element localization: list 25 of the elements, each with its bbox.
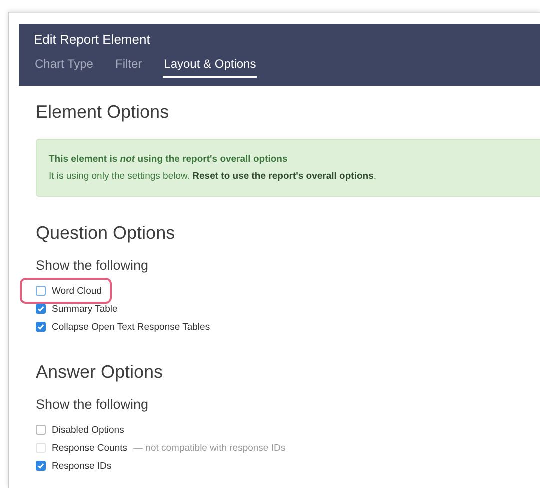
checkbox[interactable] bbox=[36, 425, 46, 435]
checkbox[interactable] bbox=[36, 461, 46, 471]
option-label: Response Counts bbox=[52, 442, 128, 454]
tab[interactable]: Filter bbox=[114, 57, 144, 78]
checkbox[interactable] bbox=[36, 286, 46, 296]
section-heading: Answer Options bbox=[36, 362, 164, 383]
section-heading: Element Options bbox=[36, 102, 170, 123]
option-label: Word Cloud bbox=[52, 286, 102, 296]
option-label: Disabled Options bbox=[52, 424, 124, 436]
subheading: Show the following bbox=[36, 397, 150, 412]
tab[interactable]: Layout & Options bbox=[163, 57, 258, 78]
subheading: Show the following bbox=[36, 258, 150, 273]
option-label: Summary Table bbox=[52, 304, 118, 314]
checkbox[interactable] bbox=[36, 322, 46, 332]
reset-link[interactable]: Reset to use the report's overall options bbox=[192, 171, 374, 182]
checkbox[interactable] bbox=[36, 304, 46, 314]
notice-text: It is using only the settings below. bbox=[49, 171, 190, 182]
section-heading: Question Options bbox=[36, 223, 176, 244]
notice-title: This element is not using the report's overall options bbox=[49, 153, 289, 167]
tab[interactable]: Chart Type bbox=[34, 57, 94, 78]
notice-period: . bbox=[374, 171, 376, 182]
window-title: Edit Report Element bbox=[34, 32, 152, 47]
option-label: Response IDs bbox=[52, 460, 112, 472]
option-note: — not compatible with response IDs bbox=[134, 442, 286, 454]
option-label: Collapse Open Text Response Tables bbox=[52, 322, 210, 332]
